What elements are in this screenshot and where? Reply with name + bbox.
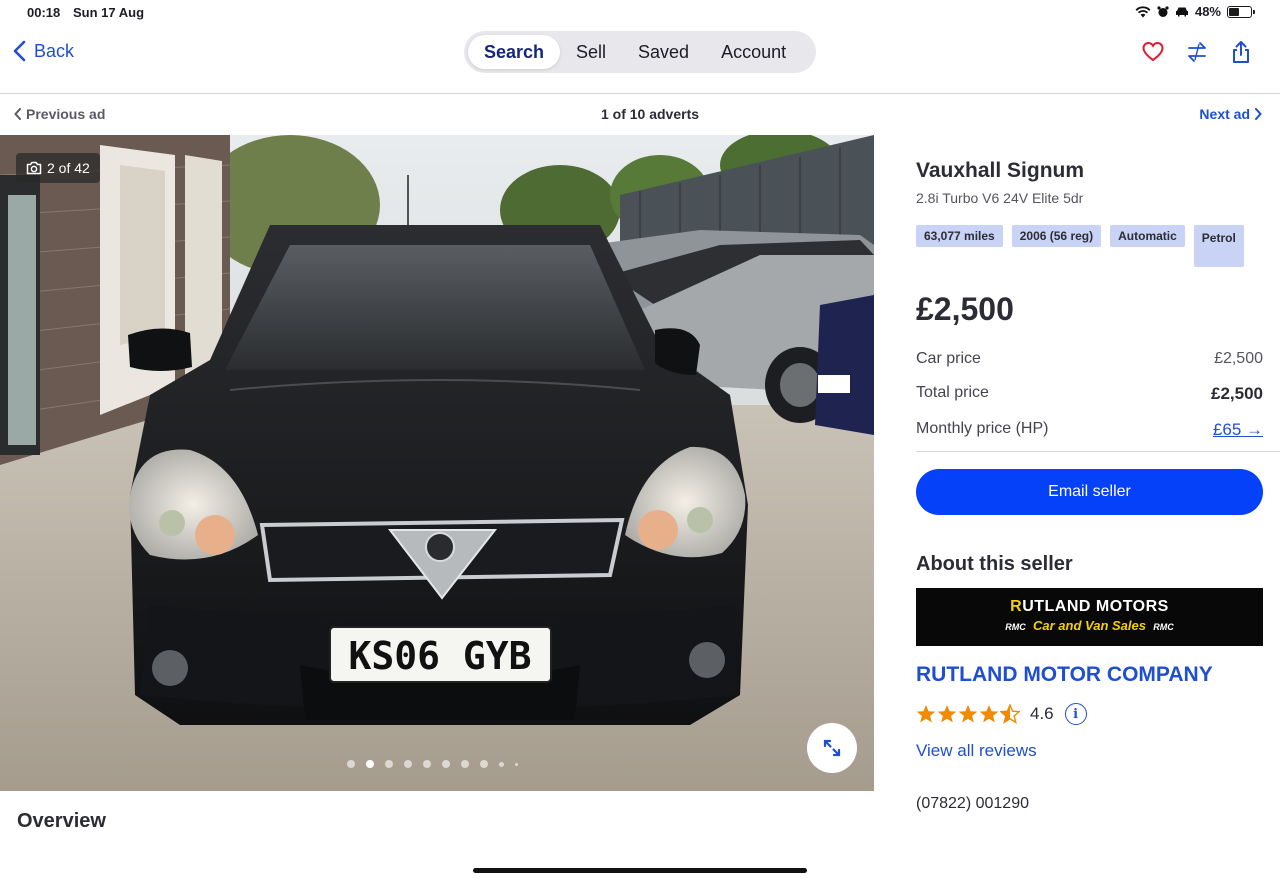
battery-percent: 48% <box>1194 4 1221 19</box>
car-price-value: £2,500 <box>1214 350 1263 367</box>
status-indicators: 48% <box>1135 4 1255 19</box>
tab-saved[interactable]: Saved <box>622 35 705 69</box>
next-ad-label: Next ad <box>1199 106 1250 122</box>
spec-fuel: Petrol <box>1193 225 1244 267</box>
next-ad-link[interactable]: Next ad <box>1199 106 1262 122</box>
battery-fill <box>1229 7 1240 16</box>
listing-price: £2,500 <box>916 291 1014 327</box>
seller-logo: RUTLAND MOTORS RMC Car and Van Sales RMC <box>916 588 1263 646</box>
number-plate: KS06 GYB <box>348 634 531 678</box>
divider <box>916 451 1280 452</box>
share-icon[interactable] <box>1230 40 1252 64</box>
car-price-row: Car price £2,500 <box>916 350 1263 368</box>
car-price-label: Car price <box>916 350 981 367</box>
photo-counter-label: 2 of 42 <box>47 160 90 176</box>
gallery-dot[interactable] <box>347 760 355 768</box>
alarm-icon <box>1157 5 1169 17</box>
about-seller-heading: About this seller <box>916 553 1073 575</box>
home-indicator <box>473 868 807 873</box>
rating-value: 4.6 <box>1030 704 1054 723</box>
listing-title: Vauxhall Signum <box>916 159 1085 182</box>
heart-icon[interactable] <box>1142 40 1164 64</box>
view-all-reviews-link[interactable]: View all reviews <box>916 741 1037 761</box>
car-photo: KS06 GYB <box>0 135 874 791</box>
gallery-dot[interactable] <box>404 760 412 768</box>
monthly-price-row: Monthly price (HP) £65 → <box>916 420 1263 440</box>
navigation-bar: Back Search Sell Saved Account <box>0 26 1280 94</box>
tab-account[interactable]: Account <box>705 35 802 69</box>
compare-icon[interactable] <box>1186 40 1208 64</box>
gallery-dot-active[interactable] <box>366 760 374 768</box>
ad-count: 1 of 10 adverts <box>600 106 700 122</box>
wifi-icon <box>1135 5 1151 17</box>
total-price-label: Total price <box>916 384 989 401</box>
seller-logo-tagline: RMC Car and Van Sales RMC <box>916 618 1263 633</box>
camera-icon <box>26 161 42 175</box>
spec-transmission: Automatic <box>1110 225 1185 247</box>
status-date: Sun 17 Aug <box>73 5 145 20</box>
gallery-dot[interactable] <box>499 761 504 767</box>
ad-pager: Previous ad 1 of 10 adverts Next ad <box>0 95 1280 135</box>
battery-icon <box>1227 5 1255 18</box>
spec-year: 2006 (56 reg) <box>1011 225 1102 247</box>
nav-actions <box>1142 40 1252 64</box>
overview-heading: Overview <box>17 810 106 832</box>
expand-icon <box>823 739 841 757</box>
tab-sell[interactable]: Sell <box>560 35 622 69</box>
gallery-dot[interactable] <box>423 760 431 768</box>
seller-name-link[interactable]: RUTLAND MOTOR COMPANY <box>916 663 1213 687</box>
spec-mileage: 63,077 miles <box>916 225 1003 247</box>
spec-chips: 63,077 miles 2006 (56 reg) Automatic Pet… <box>916 225 1244 267</box>
seller-logo-title: RUTLAND MOTORS <box>916 598 1263 616</box>
listing-subtitle: 2.8i Turbo V6 24V Elite 5dr <box>916 190 1084 206</box>
gallery-dot[interactable] <box>385 760 393 768</box>
total-price-row: Total price £2,500 <box>916 384 1263 404</box>
seller-phone[interactable]: (07822) 001290 <box>916 795 1029 813</box>
status-time: 00:18 <box>27 5 61 20</box>
tab-search[interactable]: Search <box>468 35 560 69</box>
status-bar: 00:18 Sun 17 Aug 48% <box>0 0 1280 26</box>
total-price-value: £2,500 <box>1211 384 1263 403</box>
fullscreen-button[interactable] <box>807 723 857 773</box>
photo-gallery[interactable]: KS06 GYB 2 of 42 <box>0 135 874 791</box>
seller-rating: 4.6 i <box>916 703 1087 725</box>
info-icon[interactable]: i <box>1064 703 1087 725</box>
gallery-dots <box>347 760 518 768</box>
gallery-dot[interactable] <box>480 760 488 768</box>
gallery-dot[interactable] <box>442 760 450 768</box>
star-rating <box>916 704 1020 724</box>
seller-logo-initial: R <box>1010 598 1023 615</box>
star-icon <box>937 705 957 723</box>
chevron-right-icon <box>1255 108 1262 120</box>
seller-logo-tagline-text: Car and Van Sales <box>1033 618 1146 633</box>
seller-logo-mark: RMC <box>1005 622 1026 632</box>
gallery-dot[interactable] <box>461 760 469 768</box>
seller-logo-title-rest: UTLAND MOTORS <box>1022 598 1169 615</box>
star-icon <box>916 705 936 723</box>
chevron-left-icon <box>13 40 26 62</box>
seller-logo-mark: RMC <box>1153 622 1174 632</box>
back-button[interactable]: Back <box>12 40 74 62</box>
gallery-dot[interactable] <box>515 762 518 766</box>
photo-counter: 2 of 42 <box>16 153 100 183</box>
back-label: Back <box>34 40 75 61</box>
monthly-price-link[interactable]: £65 → <box>1213 420 1263 440</box>
email-seller-button[interactable]: Email seller <box>916 469 1263 515</box>
half-star-icon <box>1000 704 1020 724</box>
star-icon <box>979 705 999 723</box>
star-icon <box>958 705 978 723</box>
car-icon <box>1175 7 1188 17</box>
monthly-price-label: Monthly price (HP) <box>916 420 1049 437</box>
main-tabs: Search Sell Saved Account <box>464 31 816 73</box>
